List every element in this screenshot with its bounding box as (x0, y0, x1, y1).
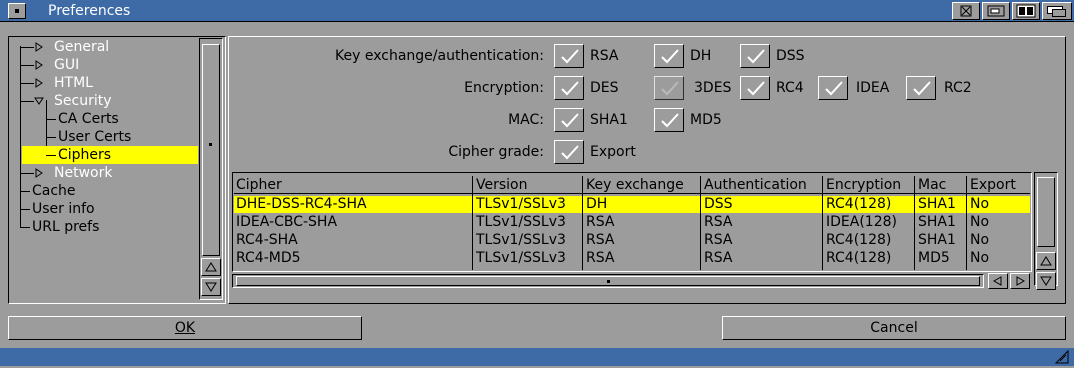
ok-button-label: OK (174, 320, 196, 336)
cancel-button[interactable]: Cancel (722, 316, 1066, 340)
rc4-label: RC4 (776, 80, 804, 96)
dss-checkbox[interactable] (740, 44, 770, 68)
window-title: Preferences (48, 3, 131, 19)
sha1-checkbox[interactable] (554, 108, 584, 132)
tree-item-ca-certs[interactable]: CA Certs (10, 110, 198, 128)
kx-label: Key exchange/authentication: (335, 48, 544, 64)
table-hscroll-knob[interactable] (236, 276, 980, 286)
column-header-export[interactable]: Export (968, 176, 1016, 194)
zoom-icon[interactable] (982, 2, 1010, 20)
dss-label: DSS (776, 48, 805, 64)
rsa-label: RSA (590, 48, 619, 64)
cancel-button-label: Cancel (870, 320, 918, 336)
cipher-grade-label: Cipher grade: (448, 144, 544, 160)
table-scroll-up-icon[interactable] (1036, 252, 1056, 270)
column-divider[interactable] (966, 176, 967, 270)
rc2-label: RC2 (944, 80, 972, 96)
table-scroll-down-icon[interactable] (1036, 272, 1056, 290)
depth-icon[interactable] (1042, 2, 1072, 20)
iconify-icon[interactable] (952, 2, 980, 20)
rc4-checkbox[interactable] (740, 76, 770, 100)
mac-label: MAC: (508, 112, 544, 128)
tree-item-user-info[interactable]: User info (10, 200, 198, 218)
idea-label: IDEA (856, 80, 890, 96)
table-row[interactable]: RC4-MD5 TLSv1/SSLv3 RSA RSA RC4(128) MD5… (234, 250, 1030, 267)
close-window-icon[interactable] (8, 3, 26, 19)
title-bar[interactable] (0, 0, 1074, 22)
md5-label: MD5 (690, 112, 722, 128)
settings-tree[interactable]: General GUI HTML Security CA Certs User … (10, 38, 198, 298)
idea-checkbox[interactable] (818, 76, 848, 100)
dh-label: DH (690, 48, 712, 64)
resize-icon[interactable] (1054, 349, 1070, 364)
tree-item-security[interactable]: Security (10, 92, 198, 110)
column-divider[interactable] (582, 176, 583, 270)
column-header-cipher[interactable]: Cipher (234, 176, 282, 194)
table-row[interactable]: RC4-SHA TLSv1/SSLv3 RSA RSA RC4(128) SHA… (234, 232, 1030, 249)
tree-item-gui[interactable]: GUI (10, 56, 198, 74)
sha1-label: SHA1 (590, 112, 628, 128)
rc2-checkbox[interactable] (906, 76, 936, 100)
column-header-version[interactable]: Version (474, 176, 527, 194)
tree-item-general[interactable]: General (10, 38, 198, 56)
tree-item-ciphers[interactable]: Ciphers (22, 146, 198, 164)
column-divider[interactable] (700, 176, 701, 270)
dh-checkbox[interactable] (654, 44, 684, 68)
tree-scroll-down-icon[interactable] (201, 278, 221, 296)
des-label: DES (590, 80, 619, 96)
des-checkbox[interactable] (554, 76, 584, 100)
table-row[interactable]: DHE-DSS-RC4-SHA TLSv1/SSLv3 DH DSS RC4(1… (234, 196, 1030, 213)
column-divider[interactable] (822, 176, 823, 270)
encryption-label: Encryption: (464, 80, 544, 96)
column-header-mac[interactable]: Mac (916, 176, 946, 194)
tree-scroll-knob[interactable] (202, 44, 220, 256)
export-checkbox[interactable] (554, 140, 584, 164)
3des-checkbox[interactable] (654, 76, 684, 100)
ok-button[interactable]: OK (8, 316, 362, 340)
column-header-authentication[interactable]: Authentication (702, 176, 807, 194)
tree-item-html[interactable]: HTML (10, 74, 198, 92)
tree-item-url-prefs[interactable]: URL prefs (10, 218, 198, 236)
table-scroll-right-icon[interactable] (1010, 273, 1030, 289)
export-label: Export (590, 144, 636, 160)
tree-scroll-up-icon[interactable] (201, 258, 221, 276)
table-scroll-left-icon[interactable] (988, 273, 1008, 289)
tree-item-network[interactable]: Network (10, 164, 198, 182)
tree-item-user-certs[interactable]: User Certs (10, 128, 198, 146)
column-divider[interactable] (472, 176, 473, 270)
3des-label: 3DES (694, 80, 732, 96)
status-bar (0, 348, 1074, 366)
column-header-encryption[interactable]: Encryption (824, 176, 901, 194)
rsa-checkbox[interactable] (554, 44, 584, 68)
column-divider[interactable] (914, 176, 915, 270)
fullscreen-icon[interactable] (1012, 2, 1040, 20)
md5-checkbox[interactable] (654, 108, 684, 132)
tree-item-cache[interactable]: Cache (10, 182, 198, 200)
table-row[interactable]: IDEA-CBC-SHA TLSv1/SSLv3 RSA RSA IDEA(12… (234, 214, 1030, 231)
table-vscroll-knob[interactable] (1037, 177, 1055, 247)
column-header-key-exchange[interactable]: Key exchange (584, 176, 684, 194)
